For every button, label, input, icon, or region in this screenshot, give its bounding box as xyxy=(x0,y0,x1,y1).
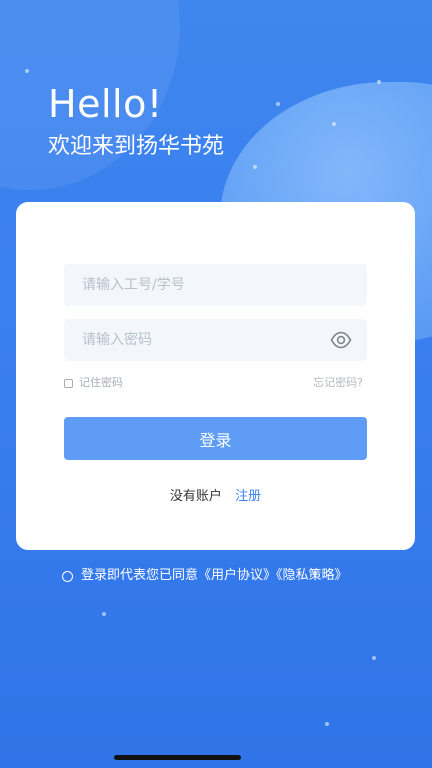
background-dot xyxy=(372,656,376,660)
agreement-radio[interactable] xyxy=(62,570,73,582)
password-field[interactable] xyxy=(64,319,367,361)
background-dot xyxy=(102,612,106,616)
background-dot xyxy=(332,122,336,126)
login-button[interactable]: 登录 xyxy=(64,417,367,460)
login-card: 记住密码 忘记密码? 登录 没有账户 注册 xyxy=(16,202,415,550)
home-indicator xyxy=(114,755,241,760)
background-dot xyxy=(276,102,280,106)
background-dot xyxy=(377,80,381,84)
agreement-text: 登录即代表您已同意《用户协议》《隐私策略》 xyxy=(81,568,348,583)
no-account-label: 没有账户 xyxy=(169,489,222,504)
background-dot xyxy=(25,69,29,73)
account-field[interactable] xyxy=(64,264,367,306)
register-link[interactable]: 注册 xyxy=(235,489,261,504)
welcome-subtitle: 欢迎来到扬华书苑 xyxy=(48,134,225,159)
remember-checkbox[interactable] xyxy=(64,378,73,388)
remember-password[interactable]: 记住密码 xyxy=(64,376,123,390)
background-dot xyxy=(325,722,329,726)
account-input[interactable] xyxy=(64,264,367,306)
agreement-row[interactable]: 登录即代表您已同意《用户协议》《隐私策略》 xyxy=(62,568,348,584)
eye-icon[interactable] xyxy=(330,330,352,350)
forgot-password-link[interactable]: 忘记密码? xyxy=(313,376,363,390)
register-row: 没有账户 注册 xyxy=(16,488,415,506)
password-input[interactable] xyxy=(64,319,367,361)
login-screen: Hello! 欢迎来到扬华书苑 记住密码 忘记密码? 登录 没有账户 注册 xyxy=(0,0,432,768)
background-dot xyxy=(253,165,257,169)
remember-label: 记住密码 xyxy=(79,376,123,389)
welcome-title: Hello! xyxy=(48,82,163,126)
